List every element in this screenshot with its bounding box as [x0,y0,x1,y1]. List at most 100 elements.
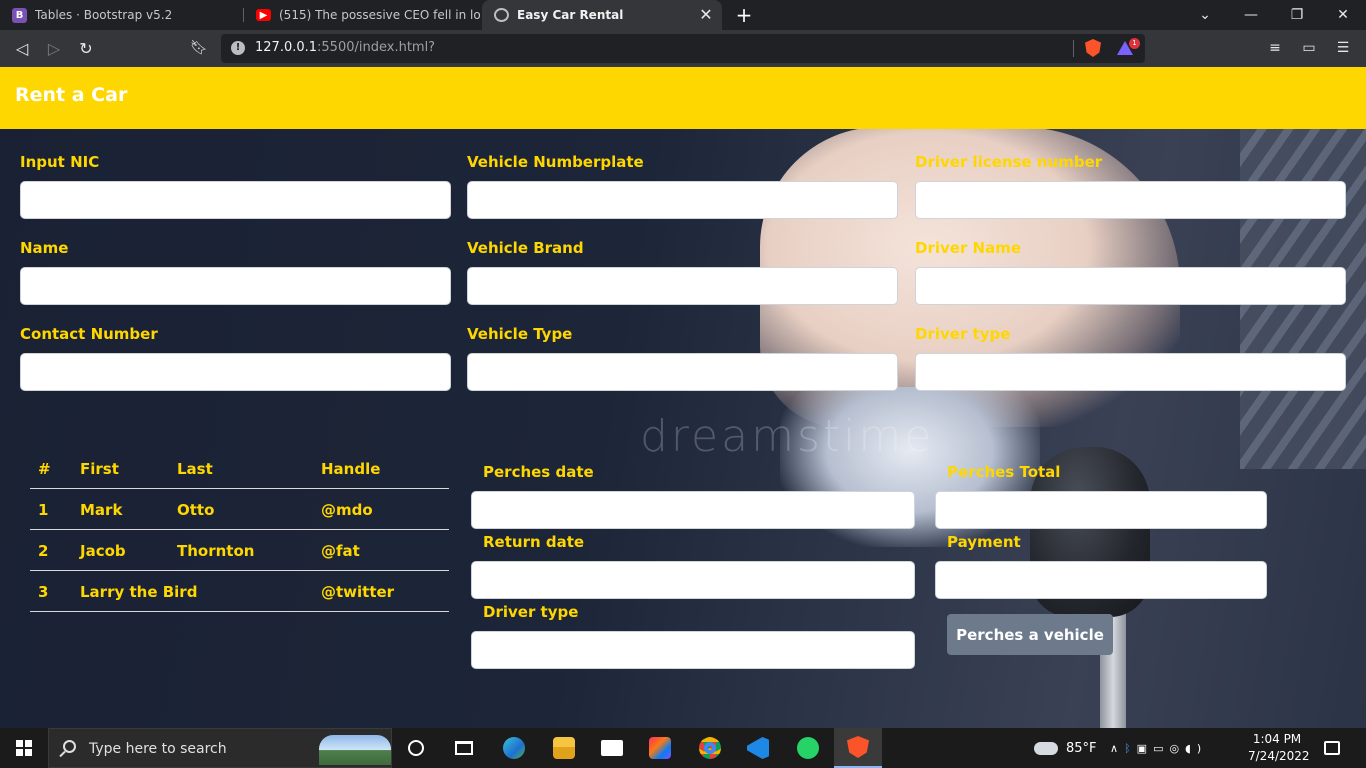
new-tab-button[interactable]: + [734,4,754,26]
tab-bootstrap-tables[interactable]: B Tables · Bootstrap v5.2 [0,0,242,30]
edge-icon [503,737,525,759]
taskbar-whatsapp[interactable] [784,728,832,768]
background-watermark: dreamstime [640,411,935,462]
task-view-icon [455,741,473,755]
cloud-icon [1034,741,1058,755]
nic-input[interactable] [20,181,451,219]
payment-input[interactable] [935,561,1267,599]
clock-date: 7/24/2022 [1248,749,1310,763]
globe-icon [494,8,509,22]
clock-time: 1:04 PM [1252,732,1302,746]
taskbar-intellij[interactable] [636,728,684,768]
vehicle-numberplate-label: Vehicle Numberplate [467,153,644,171]
playlist-icon[interactable]: ≡ [1264,37,1286,59]
bootstrap-icon: B [12,7,27,23]
weather-widget[interactable]: 85°F [1034,728,1097,768]
table-row: 1 Mark Otto @mdo [30,489,449,530]
table-cell: 1 [38,501,49,519]
tab-title: (515) The possesive CEO fell in love wi [279,8,480,22]
taskbar-vscode[interactable] [734,728,782,768]
bluetooth-icon[interactable]: ᛒ [1124,742,1137,755]
search-icon [63,740,76,753]
back-button[interactable]: ◁ [10,36,34,60]
vehicle-type-input[interactable] [467,353,898,391]
table-header-cell: # [38,460,51,478]
driver-license-label: Driver license number [915,153,1103,171]
search-placeholder: Type here to search [89,741,227,757]
youtube-icon: ▶ [256,9,271,21]
driver-license-input[interactable] [915,181,1346,219]
name-input[interactable] [20,267,451,305]
wallet-icon[interactable]: ▭ [1298,37,1320,59]
vehicle-brand-input[interactable] [467,267,898,305]
taskbar-file-explorer[interactable] [540,728,588,768]
tab-title: Easy Car Rental [517,8,624,22]
return-date-label: Return date [483,533,585,551]
address-bar[interactable]: ! 127.0.0.1:5500/index.html? 1 [221,34,1145,63]
purchase-driver-type-label: Driver type [483,603,579,621]
minimize-button[interactable]: — [1228,0,1274,30]
battery-icon[interactable]: ▭ [1153,742,1169,755]
camera-icon[interactable]: ▣ [1137,742,1153,755]
taskbar-chrome[interactable] [686,728,734,768]
volume-icon[interactable]: ◖) [1185,742,1207,755]
taskbar-mail[interactable] [588,728,636,768]
chevron-up-icon[interactable]: ∧ [1110,742,1124,755]
contact-number-input[interactable] [20,353,451,391]
restore-button[interactable]: ❐ [1274,0,1320,30]
top-navbar: Rent a Car [0,67,1366,129]
tab-easy-car-rental[interactable]: Easy Car Rental ✕ [482,0,722,30]
driver-type-input[interactable] [915,353,1346,391]
vehicle-type-label: Vehicle Type [467,325,573,343]
table-row: 3 Larry the Bird @twitter [30,571,449,612]
taskbar-brave[interactable] [834,728,882,768]
contact-number-label: Contact Number [20,325,158,343]
customers-table: # First Last Handle 1 Mark Otto @mdo 2 J… [30,449,449,612]
browser-toolbar: ◁ ▷ ↻ 🔖︎ ! 127.0.0.1:5500/index.html? 1 … [0,30,1366,67]
network-icon[interactable]: ◎ [1169,742,1185,755]
menu-icon[interactable]: ☰ [1332,37,1354,59]
purchase-driver-type-input[interactable] [471,631,915,669]
table-cell: Otto [177,501,215,519]
taskbar-search-box[interactable]: Type here to search [48,728,392,768]
close-tab-icon[interactable]: ✕ [698,7,714,23]
table-cell: Thornton [177,542,255,560]
table-row: 2 Jacob Thornton @fat [30,530,449,571]
name-label: Name [20,239,69,257]
reload-button[interactable]: ↻ [74,36,98,60]
driver-name-input[interactable] [915,267,1346,305]
system-tray[interactable]: ∧ ᛒ ▣ ▭ ◎ ◖) [1110,728,1207,768]
brave-shields-icon[interactable] [1085,39,1101,57]
brave-icon [847,736,869,758]
tab-search-chevron-icon[interactable]: ⌄ [1182,0,1228,30]
site-info-icon[interactable]: ! [231,41,245,55]
search-highlight-art[interactable] [319,735,391,765]
table-cell: Larry the Bird [80,583,198,601]
table-header-cell: First [80,460,119,478]
start-button[interactable] [0,728,48,768]
cortana-button[interactable] [392,728,440,768]
perches-date-input[interactable] [471,491,915,529]
return-date-input[interactable] [471,561,915,599]
table-cell: @twitter [321,583,395,601]
table-cell: Mark [80,501,123,519]
taskbar-edge[interactable] [490,728,538,768]
close-window-button[interactable]: ✕ [1320,0,1366,30]
payment-label: Payment [947,533,1021,551]
table-cell: Jacob [80,542,126,560]
table-cell: 3 [38,583,49,601]
intellij-icon [649,737,671,759]
tab-youtube[interactable]: ▶ (515) The possesive CEO fell in love w… [244,0,480,30]
perches-total-label: Perches Total [947,463,1061,481]
bookmark-icon[interactable]: 🔖︎ [187,36,211,60]
task-view-button[interactable] [440,728,488,768]
notification-icon [1324,741,1340,755]
taskbar-clock[interactable]: 1:04 PM 7/24/2022 [1248,731,1310,765]
perches-total-input[interactable] [935,491,1267,529]
perches-vehicle-button[interactable]: Perches a vehicle [947,614,1113,655]
forward-button[interactable]: ▷ [42,36,66,60]
notifications-button[interactable] [1312,728,1352,768]
vehicle-numberplate-input[interactable] [467,181,898,219]
url-text[interactable]: 127.0.0.1:5500/index.html? [255,40,435,55]
brand-title[interactable]: Rent a Car [15,84,127,106]
